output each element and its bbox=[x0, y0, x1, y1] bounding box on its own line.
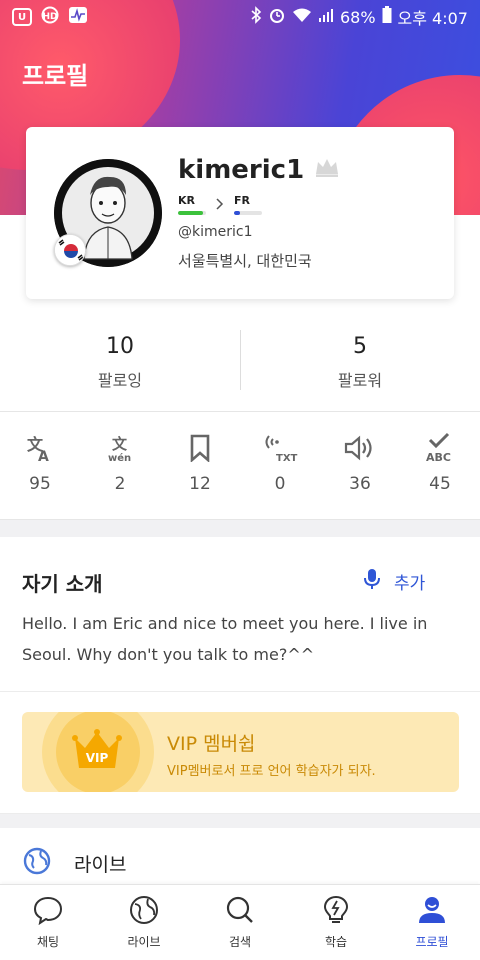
nav-search[interactable]: 검색 bbox=[192, 885, 288, 960]
stat-value: 95 bbox=[29, 474, 51, 494]
nav-live[interactable]: 라이브 bbox=[96, 885, 192, 960]
intro-text: Hello. I am Eric and nice to meet you he… bbox=[22, 614, 428, 664]
svg-text:ABC: ABC bbox=[426, 451, 451, 464]
followers-count: 5 bbox=[353, 334, 367, 359]
profile-icon bbox=[416, 895, 448, 929]
app-notification-icon: U bbox=[12, 8, 32, 26]
nav-chat[interactable]: 채팅 bbox=[0, 885, 96, 960]
vip-title: VIP 멤버쉽 bbox=[167, 733, 256, 755]
alarm-icon bbox=[268, 6, 286, 28]
section-separator bbox=[0, 519, 480, 537]
wifi-icon bbox=[292, 7, 312, 27]
signal-icon bbox=[318, 7, 334, 27]
stat-value: 2 bbox=[114, 474, 126, 494]
add-intro-label: 추가 bbox=[394, 574, 426, 594]
svg-text:文: 文 bbox=[112, 435, 128, 453]
followers-label: 팔로워 bbox=[337, 371, 383, 390]
nav-label: 프로필 bbox=[415, 935, 449, 949]
nav-learn[interactable]: 학습 bbox=[288, 885, 384, 960]
native-language: KR bbox=[178, 194, 206, 215]
vip-subtitle: VIP멤버로서 프로 언어 학습자가 되자. bbox=[167, 764, 376, 779]
profile-card: kimeric1 KR FR @kimeric1 서울특별시, 대한민국 bbox=[26, 127, 454, 299]
bluetooth-icon bbox=[250, 6, 262, 28]
divider bbox=[240, 330, 241, 390]
text-to-speech-icon: TXT bbox=[240, 430, 320, 466]
vip-crown-icon: VIP bbox=[72, 728, 122, 776]
svg-text:wén: wén bbox=[108, 452, 131, 463]
nav-label: 학습 bbox=[324, 935, 348, 949]
nav-label: 검색 bbox=[228, 935, 252, 949]
stat-value: 45 bbox=[429, 474, 451, 494]
activity-chart-icon bbox=[68, 6, 88, 28]
following-count: 10 bbox=[106, 334, 134, 359]
native-language-level-bar bbox=[178, 211, 206, 215]
page-title: 프로필 bbox=[22, 62, 89, 90]
profile-username: kimeric1 bbox=[178, 155, 305, 185]
pinyin-icon: 文 wén bbox=[80, 430, 160, 466]
stat-speaker[interactable]: 36 bbox=[320, 430, 400, 520]
battery-percent: 68% bbox=[339, 7, 376, 27]
stat-text-to-speech[interactable]: TXT 0 bbox=[240, 430, 320, 520]
search-icon bbox=[224, 895, 256, 929]
profile-location: 서울특별시, 대한민국 bbox=[178, 252, 312, 270]
nav-profile[interactable]: 프로필 bbox=[384, 885, 480, 960]
speaker-icon bbox=[320, 430, 400, 466]
stat-bookmark[interactable]: 12 bbox=[160, 430, 240, 520]
language-levels: KR FR bbox=[178, 194, 262, 215]
stat-spell-check[interactable]: ABC 45 bbox=[400, 430, 480, 520]
status-bar: U HD 68% 오후 4:07 bbox=[0, 0, 480, 34]
profile-handle: @kimeric1 bbox=[178, 224, 253, 240]
translate-icon: 文A bbox=[0, 430, 80, 466]
section-separator bbox=[0, 814, 480, 828]
native-language-code: KR bbox=[178, 194, 195, 207]
stat-pinyin[interactable]: 文 wén 2 bbox=[80, 430, 160, 520]
learning-language: FR bbox=[234, 194, 262, 215]
intro-section-title: 자기 소개 bbox=[22, 572, 103, 596]
add-intro-button[interactable]: 추가 bbox=[364, 568, 425, 595]
globe-icon bbox=[22, 846, 52, 881]
bottom-navigation: 채팅 라이브 검색 학습 프로필 bbox=[0, 884, 480, 960]
nav-label: 라이브 bbox=[127, 935, 161, 949]
followers-stat[interactable]: 5 팔로워 bbox=[240, 320, 480, 411]
vip-membership-banner[interactable]: VIP VIP 멤버쉽 VIP멤버로서 프로 언어 학습자가 되자. bbox=[22, 712, 459, 792]
divider bbox=[0, 691, 480, 692]
stat-value: 12 bbox=[189, 474, 211, 494]
stat-value: 36 bbox=[349, 474, 371, 494]
chat-bubble-icon bbox=[32, 895, 64, 929]
hd-voice-icon: HD bbox=[40, 6, 60, 28]
live-menu-item[interactable]: 라이브 bbox=[22, 846, 126, 881]
learning-language-code: FR bbox=[234, 194, 250, 207]
live-menu-label: 라이브 bbox=[74, 854, 127, 876]
vip-badge-label: VIP bbox=[86, 751, 109, 765]
crown-icon[interactable] bbox=[314, 155, 340, 185]
stat-value: 0 bbox=[274, 474, 286, 494]
spell-check-icon: ABC bbox=[400, 430, 480, 466]
activity-stats: 文A 95 文 wén 2 12 TXT 0 36 ABC 45 bbox=[0, 430, 480, 520]
learning-language-level-bar bbox=[234, 211, 262, 215]
profile-username-row: kimeric1 bbox=[178, 155, 340, 185]
clock: 오후 4:07 bbox=[397, 9, 468, 28]
lightbulb-icon bbox=[320, 895, 352, 929]
svg-text:HD: HD bbox=[42, 12, 57, 22]
nav-label: 채팅 bbox=[36, 935, 60, 949]
svg-text:A: A bbox=[38, 449, 49, 463]
microphone-icon bbox=[364, 568, 380, 595]
korea-flag-icon bbox=[54, 234, 86, 266]
chevron-right-icon bbox=[216, 198, 224, 214]
battery-icon bbox=[382, 6, 392, 28]
stat-translate[interactable]: 文A 95 bbox=[0, 430, 80, 520]
following-stat[interactable]: 10 팔로잉 bbox=[0, 320, 240, 411]
svg-text:TXT: TXT bbox=[276, 453, 298, 464]
globe-icon bbox=[128, 895, 160, 929]
bookmark-icon bbox=[160, 430, 240, 466]
following-label: 팔로잉 bbox=[97, 371, 143, 390]
